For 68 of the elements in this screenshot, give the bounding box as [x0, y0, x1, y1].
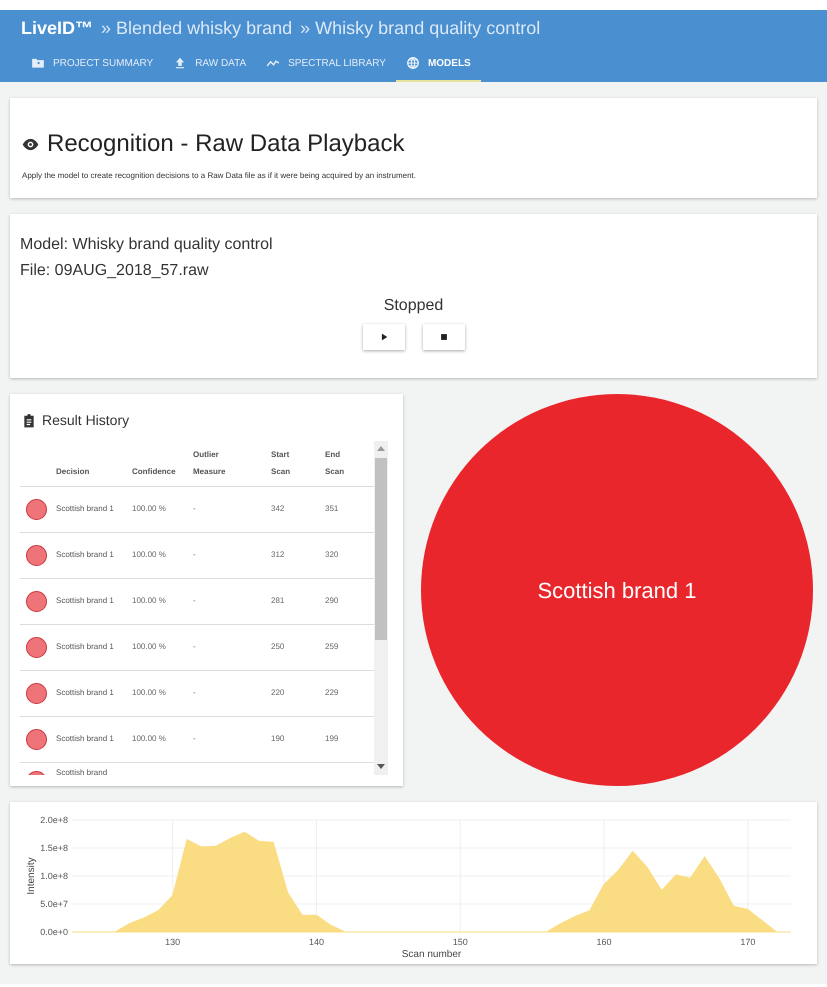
- file-label: File: 09AUG_2018_57.raw: [20, 261, 210, 281]
- nav-tab[interactable]: SPECTRAL LIBRARY: [256, 46, 396, 82]
- model-label: Model: Whisky brand quality control: [20, 235, 274, 255]
- decision-label: Scottish brand 1: [538, 576, 696, 604]
- y-tick-label: 1.5e+8: [40, 843, 68, 853]
- table-cell: 351: [325, 504, 338, 513]
- x-tick-label: 170: [740, 937, 756, 947]
- table-cell: 281: [271, 596, 284, 605]
- page-description: Apply the model to create recognition decisions to a Raw Data file as if it were being acquired by an instrument.: [22, 170, 417, 182]
- table-cell: 100.00 %: [132, 688, 166, 697]
- table-cell: -: [193, 596, 196, 605]
- clipboard-icon: [22, 414, 36, 428]
- table-cell: 199: [325, 734, 338, 743]
- y-tick-label: 2.0e+8: [40, 815, 68, 825]
- folder-icon: [31, 56, 45, 70]
- table-cell: -: [193, 734, 196, 743]
- table-cell: 100.00 %: [132, 550, 166, 559]
- table-cell-text: Scottish brand 1: [56, 595, 115, 607]
- column-header: Start Scan: [271, 448, 290, 478]
- nav-tab[interactable]: RAW DATA: [163, 46, 256, 82]
- table-cell-text: Scottish brand 1: [56, 549, 115, 561]
- table-cell: 290: [325, 596, 338, 605]
- table-cell: 100.00 %: [132, 596, 166, 605]
- table-cell-text: Scottish brand 1: [56, 641, 115, 653]
- table-cell-text: Scottish brand 1: [56, 687, 115, 699]
- column-header: Outlier Measure: [193, 448, 226, 478]
- breadcrumb-link[interactable]: » Blended whisky brand: [101, 14, 292, 42]
- table-cell: -: [193, 688, 196, 697]
- y-axis-title: Intensity: [26, 857, 37, 895]
- y-tick-label: 0.0e+0: [40, 927, 68, 937]
- table-cell-text: Scottish brand 1: [56, 733, 115, 745]
- table-cell: 229: [325, 688, 338, 697]
- playback-status: Stopped: [384, 296, 444, 316]
- table-cell-text: Scottish brand: [56, 766, 108, 775]
- x-tick-label: 150: [452, 937, 468, 947]
- table-cell: -: [193, 550, 196, 559]
- section-title: Result History: [42, 411, 130, 430]
- table-cell: 312: [271, 550, 284, 559]
- globe-icon: [406, 56, 420, 70]
- table-cell: 100.00 %: [132, 504, 166, 513]
- x-tick-label: 140: [308, 937, 324, 947]
- table-cell: 100.00 %: [132, 734, 166, 743]
- brand-name[interactable]: LiveID™: [21, 14, 94, 42]
- y-tick-label: 1.0e+8: [40, 871, 68, 881]
- column-header: Confidence: [132, 466, 176, 478]
- table-cell: 342: [271, 504, 284, 513]
- x-tick-label: 160: [596, 937, 612, 947]
- table-cell: 250: [271, 642, 284, 651]
- table-cell: 320: [325, 550, 338, 559]
- table-cell: -: [193, 504, 196, 513]
- x-tick-label: 130: [165, 937, 180, 947]
- play-button[interactable]: [362, 324, 404, 350]
- table-cell: 190: [271, 734, 284, 743]
- page-title: Recognition - Raw Data Playback: [47, 129, 405, 159]
- column-header: Decision: [56, 466, 90, 478]
- scrollbar[interactable]: [374, 441, 388, 775]
- x-axis-title: Scan number: [402, 949, 462, 960]
- table-cell: -: [193, 642, 196, 651]
- column-header: End Scan: [325, 448, 344, 478]
- table-cell: 220: [271, 688, 284, 697]
- breadcrumb-link[interactable]: » Whisky brand quality control: [300, 14, 540, 42]
- y-tick-label: 5.0e+7: [40, 899, 68, 909]
- stop-button[interactable]: [422, 324, 464, 350]
- stop-icon: [438, 332, 448, 342]
- nav-tab[interactable]: PROJECT SUMMARY: [21, 46, 164, 82]
- table-cell: 100.00 %: [132, 642, 166, 651]
- table-cell: 259: [325, 642, 338, 651]
- table-cell-text: Scottish brand 1: [56, 503, 115, 515]
